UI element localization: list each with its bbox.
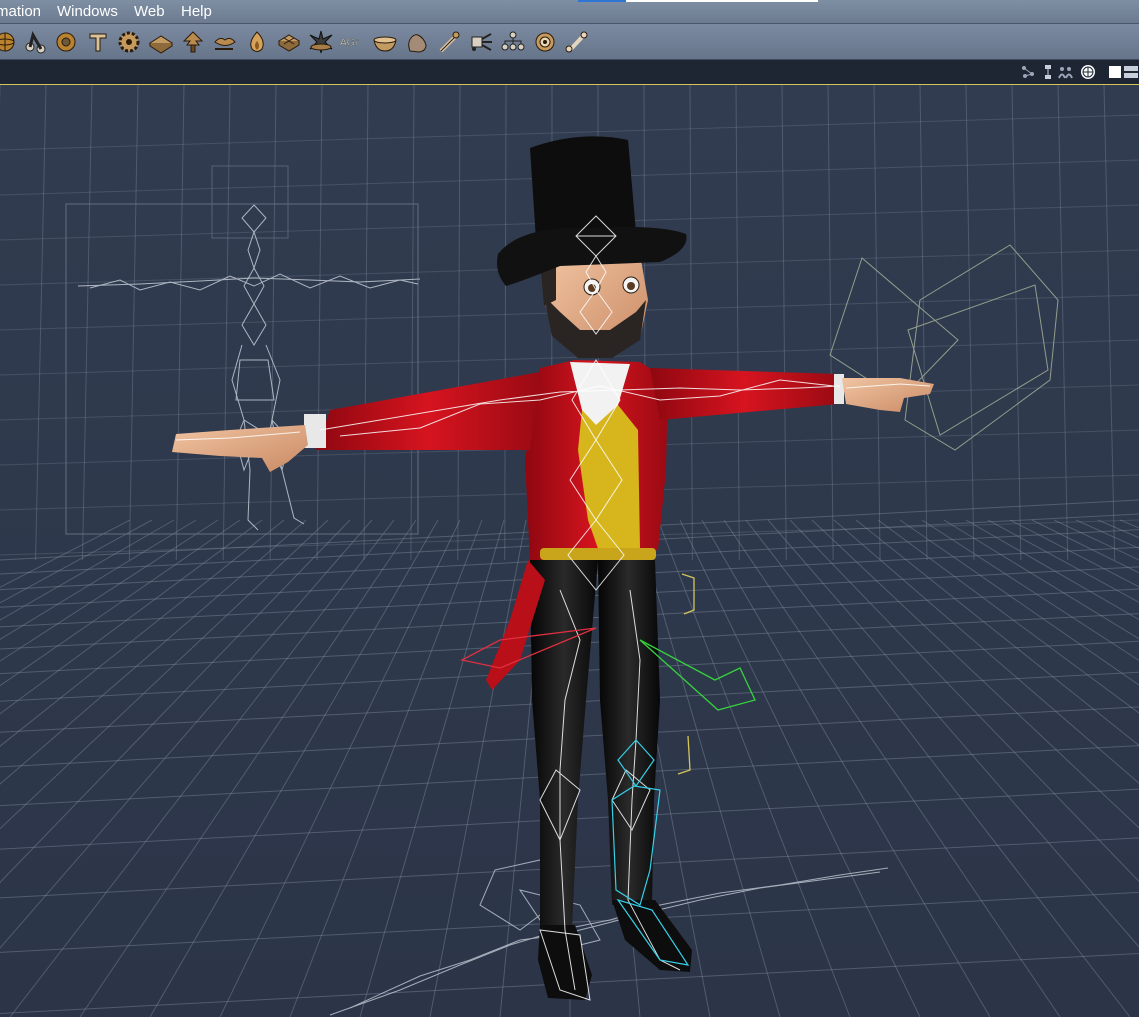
3d-viewport[interactable] [0, 85, 1139, 1017]
menu-animation[interactable]: mation [0, 3, 41, 20]
wand-icon[interactable] [436, 29, 462, 55]
render-sphere-icon[interactable] [1080, 64, 1096, 80]
text-tool-icon[interactable] [85, 29, 111, 55]
hand-icon[interactable] [404, 29, 430, 55]
grid-box-icon[interactable] [276, 29, 302, 55]
belt [540, 548, 656, 560]
top-hat [530, 136, 636, 240]
plane-icon[interactable] [148, 29, 174, 55]
menu-windows[interactable]: Windows [57, 3, 118, 20]
target-icon[interactable] [532, 29, 558, 55]
lips-icon[interactable] [212, 29, 238, 55]
network-icon[interactable] [1020, 64, 1036, 80]
split-view-icon[interactable] [1123, 64, 1139, 80]
bend-icon[interactable] [22, 29, 48, 55]
view-control-bar [0, 60, 1139, 85]
right-pupil [627, 282, 635, 290]
particles-icon[interactable] [468, 29, 494, 55]
single-view-icon[interactable] [1107, 64, 1123, 80]
menu-web[interactable]: Web [134, 3, 165, 20]
agent-icon[interactable]: AGr [339, 29, 365, 55]
sphere-icon[interactable] [0, 29, 18, 55]
tree-view-icon[interactable] [1040, 64, 1056, 80]
gear-icon[interactable] [116, 29, 142, 55]
progress-bar [578, 0, 818, 2]
agent-icon-label: AGr [340, 37, 359, 48]
menu-bar: mation Windows Web Help [0, 0, 1139, 24]
hierarchy-icon[interactable] [500, 29, 526, 55]
progress-fill [578, 0, 626, 2]
rotate-icon[interactable] [53, 29, 79, 55]
bowl-icon[interactable] [372, 29, 398, 55]
toolbar: AGr [0, 24, 1139, 79]
starburst-icon[interactable] [308, 29, 334, 55]
bone-icon[interactable] [564, 29, 590, 55]
flame-icon[interactable] [244, 29, 270, 55]
figures-icon[interactable] [1058, 64, 1074, 80]
menu-help[interactable]: Help [181, 3, 212, 20]
tree-icon[interactable] [180, 29, 206, 55]
